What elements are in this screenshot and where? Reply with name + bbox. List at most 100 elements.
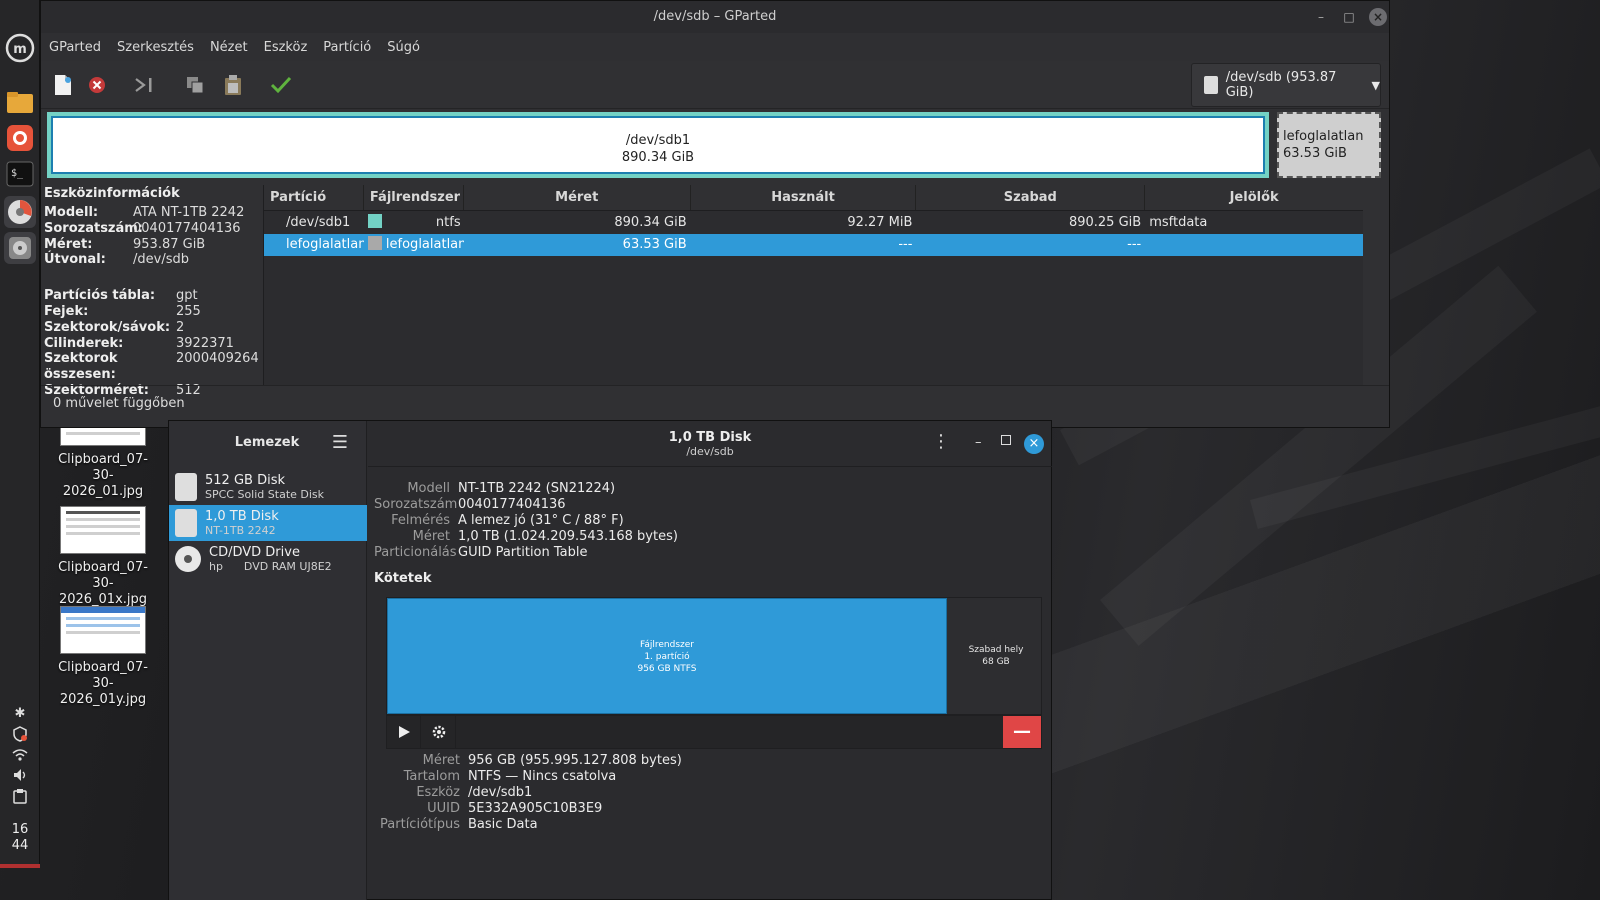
volume-info-row: Tartalom NTFS — Nincs csatolva xyxy=(403,769,617,784)
delete-partition-button[interactable]: — xyxy=(1003,716,1041,748)
drive-icon xyxy=(1204,76,1218,94)
new-document-icon xyxy=(55,75,71,95)
column-header[interactable]: Jelölők xyxy=(1145,185,1363,210)
info-row: Fejek: 255 xyxy=(44,303,201,319)
info-row: Modell: ATA NT-1TB 2242 xyxy=(44,205,245,220)
menu-view[interactable]: Nézet xyxy=(210,40,248,55)
volume-icon[interactable] xyxy=(0,768,40,786)
volume-map: Fájlrendszer 1. partíció 956 GB NTFS Sza… xyxy=(386,597,1042,715)
delete-partition-button[interactable] xyxy=(83,71,111,99)
close-button[interactable]: × xyxy=(1369,8,1387,26)
menu-edit[interactable]: Szerkesztés xyxy=(117,40,194,55)
bluetooth-icon[interactable]: ✱ xyxy=(0,706,40,721)
disks-launcher[interactable] xyxy=(4,232,36,264)
minimize-button[interactable]: – xyxy=(975,435,982,450)
table-row[interactable]: /dev/sdb1 ntfs 890.34 GiB 92.27 MiB 890.… xyxy=(264,212,1363,234)
volume-toolbar: — xyxy=(386,715,1042,749)
update-shield-icon[interactable] xyxy=(0,726,40,746)
clipboard-icon[interactable] xyxy=(0,788,40,808)
minimize-button[interactable]: – xyxy=(1313,9,1329,25)
cell-used: 92.27 MiB xyxy=(847,215,913,230)
partition-segment-unallocated[interactable]: lefoglalatlan 63.53 GiB xyxy=(1277,112,1381,178)
apply-button[interactable] xyxy=(267,71,295,99)
menu-device[interactable]: Eszköz xyxy=(264,40,308,55)
filesystem-color-swatch xyxy=(367,236,382,250)
copy-icon xyxy=(187,77,204,94)
maximize-button[interactable] xyxy=(1001,435,1011,445)
partition-segment-sdb1[interactable]: /dev/sdb1 890.34 GiB xyxy=(47,112,1269,178)
desktop-file[interactable]: Clipboard_07-30- 2026_01y.jpg xyxy=(48,606,158,708)
wifi-icon[interactable] xyxy=(0,748,40,766)
partition-graphic: /dev/sdb1 890.34 GiB lefoglalatlan 63.53… xyxy=(45,111,1385,181)
table-row-selected[interactable]: lefoglalatlan lefoglalatlan 63.53 GiB --… xyxy=(264,234,1363,256)
firefox-launcher[interactable] xyxy=(4,122,36,154)
hard-disk-icon xyxy=(175,509,197,537)
drive-name: 512 GB Disk xyxy=(205,473,285,488)
cell-flags: msftdata xyxy=(1149,215,1208,230)
volumes-heading: Kötetek xyxy=(374,571,432,586)
gear-icon[interactable] xyxy=(422,716,456,748)
maximize-button[interactable]: □ xyxy=(1341,9,1357,25)
folder-icon xyxy=(7,92,33,113)
terminal-icon: $_ xyxy=(6,161,34,187)
optical-disc-icon xyxy=(175,546,201,572)
close-button[interactable]: × xyxy=(1024,434,1044,454)
column-header[interactable]: Méret xyxy=(464,185,691,210)
column-header[interactable]: Szabad xyxy=(916,185,1146,210)
headerbar[interactable]: 1,0 TB Disk /dev/sdb ⋮ – × xyxy=(368,421,1052,467)
toolbar: /dev/sdb (953.87 GiB) ▼ xyxy=(41,61,1389,109)
copy-button[interactable] xyxy=(181,71,209,99)
volume-info-row: Partíciótípus Basic Data xyxy=(380,817,538,832)
files-launcher[interactable] xyxy=(4,86,36,118)
device-selector[interactable]: /dev/sdb (953.87 GiB) ▼ xyxy=(1191,63,1381,107)
drive-item-selected[interactable]: 1,0 TB Disk NT-1TB 2242 xyxy=(169,505,367,541)
hamburger-menu-icon[interactable]: ☰ xyxy=(332,434,348,452)
menu-button[interactable]: m xyxy=(4,32,36,64)
clock[interactable]: 16 44 xyxy=(0,822,40,854)
paste-button[interactable] xyxy=(219,71,247,99)
filesystem-color-swatch xyxy=(367,214,382,228)
column-header[interactable]: Fájlrendszer xyxy=(364,185,464,210)
drive-item[interactable]: CD/DVD Drive hp DVD RAM UJ8E2 xyxy=(169,541,367,577)
menu-help[interactable]: Súgó xyxy=(387,40,420,55)
column-header[interactable]: Használt xyxy=(691,185,917,210)
drive-options-icon[interactable]: ⋮ xyxy=(932,433,950,451)
cell-free: --- xyxy=(1127,237,1142,252)
menu-partition[interactable]: Partíció xyxy=(323,40,371,55)
volume-info-row: Eszköz/dev/sdb1 xyxy=(416,785,533,800)
cell-flags xyxy=(1145,234,1363,256)
column-header[interactable]: Partíció xyxy=(264,185,364,210)
gparted-launcher[interactable] xyxy=(4,196,36,228)
cell-filesystem: ntfs xyxy=(364,212,464,234)
drive-desc: hp DVD RAM UJ8E2 xyxy=(209,560,332,573)
desktop-file[interactable]: Clipboard_07-30- 2026_01x.jpg xyxy=(48,506,158,608)
titlebar[interactable]: /dev/sdb – GParted – □ × xyxy=(41,1,1389,33)
file-thumbnail xyxy=(60,506,146,554)
desktop-file[interactable]: Clipboard_07-30- 2026_01.jpg xyxy=(48,420,158,500)
volume-free-space[interactable]: Szabad hely 68 GB xyxy=(949,598,1043,714)
mint-logo-icon: m xyxy=(5,33,35,63)
volume-partition-1[interactable]: Fájlrendszer 1. partíció 956 GB NTFS xyxy=(387,598,947,714)
mount-play-icon[interactable] xyxy=(387,716,421,748)
terminal-launcher[interactable]: $_ xyxy=(4,158,36,190)
cell-filesystem: lefoglalatlan xyxy=(364,234,464,256)
delete-icon xyxy=(89,77,105,93)
drive-item[interactable]: 512 GB Disk SPCC Solid State Disk xyxy=(169,469,367,505)
file-thumbnail xyxy=(60,606,146,654)
drive-sidebar: Lemezek ☰ 512 GB Disk SPCC Solid State Di… xyxy=(169,421,367,900)
svg-text:m: m xyxy=(13,42,27,57)
drive-info-row: Modell NT-1TB 2242 (SN21224) xyxy=(407,481,616,496)
drive-name: 1,0 TB Disk xyxy=(205,509,279,524)
drive-info-row: Particionálás GUID Partition Table xyxy=(374,545,588,560)
menu-gparted[interactable]: GParted xyxy=(49,40,101,55)
sidebar-header: Lemezek ☰ xyxy=(169,421,366,467)
info-row: Útvonal:/dev/sdb xyxy=(44,252,189,268)
chevron-down-icon: ▼ xyxy=(1371,78,1380,92)
clock-hour: 16 xyxy=(11,822,29,837)
new-partition-button[interactable] xyxy=(49,71,77,99)
disks-window: Lemezek ☰ 512 GB Disk SPCC Solid State Di… xyxy=(168,420,1052,900)
device-info-heading: Eszközinformációk xyxy=(44,186,180,201)
drive-desc: SPCC Solid State Disk xyxy=(205,488,325,501)
drive-desc: NT-1TB 2242 xyxy=(205,524,276,537)
resize-move-button[interactable] xyxy=(131,71,159,99)
